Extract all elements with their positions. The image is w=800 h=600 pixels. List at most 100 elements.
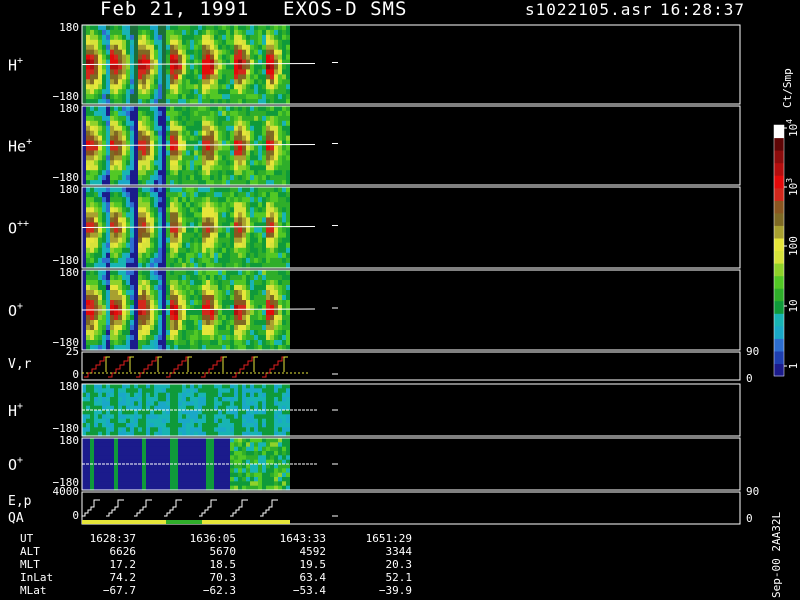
spectrogram-cell [110,335,114,341]
spectrogram-cell [282,418,286,424]
spectrogram-cell [230,442,234,448]
spectrogram-cell [114,187,118,193]
spectrogram-cell [90,330,94,336]
info-row-value: −39.9 [378,584,412,597]
spectrogram-cell [102,392,106,398]
spectrogram-cell [114,320,118,326]
spectrogram-cell [154,410,158,415]
spectrogram-cell [222,455,226,461]
spectrogram-cell [254,468,258,474]
spectrogram-cell [230,232,234,239]
spectrogram-cell [158,410,162,415]
spectrogram-cell [278,295,282,301]
spectrogram-cell [270,140,274,147]
spectrogram-cell [230,64,234,70]
spectrogram-cell [134,232,138,239]
spectrogram-cell [234,165,238,171]
spectrogram-cell [218,300,222,306]
spectrogram-cell [258,150,262,156]
spectrogram-cell [238,232,242,239]
spectrogram-cell [186,252,190,259]
spectrogram-cell [198,388,202,394]
spectrogram-cell [214,155,218,161]
spectrogram-cell [186,64,190,70]
spectrogram-cell [190,217,194,224]
spectrogram-cell [186,418,190,424]
spectrogram-cell [178,39,182,46]
spectrogram-cell [182,74,186,80]
spectrogram-cell [158,280,162,286]
spectrogram-cell [250,252,254,259]
spectrogram-cell [166,472,170,478]
spectrogram-cell [122,89,126,95]
spectrogram-cell [102,84,106,90]
spectrogram-cell [262,175,266,181]
spectrogram-cell [146,115,150,122]
spectrogram-cell [142,315,146,321]
spectrogram-cell [286,295,290,301]
spectrogram-cell [102,135,106,142]
spectrogram-cell [258,442,262,448]
spectrogram-cell [178,125,182,132]
spectrogram-cell [194,468,198,474]
spectrogram-cell [286,110,290,117]
spectrogram-cell [206,310,210,316]
spectrogram-cell [110,89,114,95]
spectrogram-cell [178,401,182,407]
spectrogram-cell [250,275,254,281]
spectrogram-cell [278,464,282,469]
spectrogram-cell [162,165,166,171]
spectrogram-cell [254,340,258,346]
spectrogram-cell [106,217,110,224]
spectrogram-cell [146,300,150,306]
spectrogram-cell [98,212,102,218]
spectrogram-cell [238,285,242,291]
spectrogram-cell [170,410,174,415]
spectrogram-cell [86,290,90,296]
spectrogram-cell [286,59,290,66]
spectrogram-cell [130,252,134,259]
spectrogram-cell [98,145,102,151]
spectrogram-cell [82,207,86,213]
spectrogram-cell [126,330,130,336]
spectrogram-cell [262,446,266,452]
spectrogram-cell [146,414,150,420]
spectrogram-cell [226,280,230,286]
spectrogram-cell [278,74,282,80]
spectrogram-cell [258,207,262,213]
spectrogram-cell [102,155,106,161]
spectrogram-cell [94,285,98,291]
spectrogram-cell [266,237,270,244]
spectrogram-cell [198,135,202,142]
spectrogram-cell [110,155,114,161]
spectrogram-cell [230,165,234,171]
spectrogram-cell [234,252,238,259]
spectrogram-cell [102,423,106,428]
vr-tick-top: 25 [66,345,79,358]
spectrogram-cell [286,106,290,112]
spectrogram-cell [122,207,126,213]
spectrogram-cell [266,135,270,142]
spectrogram-cell [106,115,110,122]
spectrogram-cell [82,392,86,398]
spectrogram-cell [214,232,218,239]
spectrogram-cell [154,110,158,117]
spectrogram-cell [146,290,150,296]
spectrogram-cell [166,481,170,487]
spectrogram-cell [94,74,98,80]
spectrogram-cell [222,464,226,469]
spectrogram-cell [210,74,214,80]
spectrogram-cell [162,442,166,448]
spectrogram-cell [146,481,150,487]
spectrogram-cell [250,44,254,51]
spectrogram-cell [110,44,114,51]
spectrogram-cell [170,242,174,249]
spectrogram-cell [178,44,182,51]
spectrogram-cell [210,145,214,151]
spectrogram-cell [102,39,106,46]
spectrogram-cell [110,192,114,198]
spectrogram-cell [142,285,146,291]
spectrogram-cell [282,39,286,46]
spectrogram-cell [142,275,146,281]
spectrogram-cell [258,135,262,142]
